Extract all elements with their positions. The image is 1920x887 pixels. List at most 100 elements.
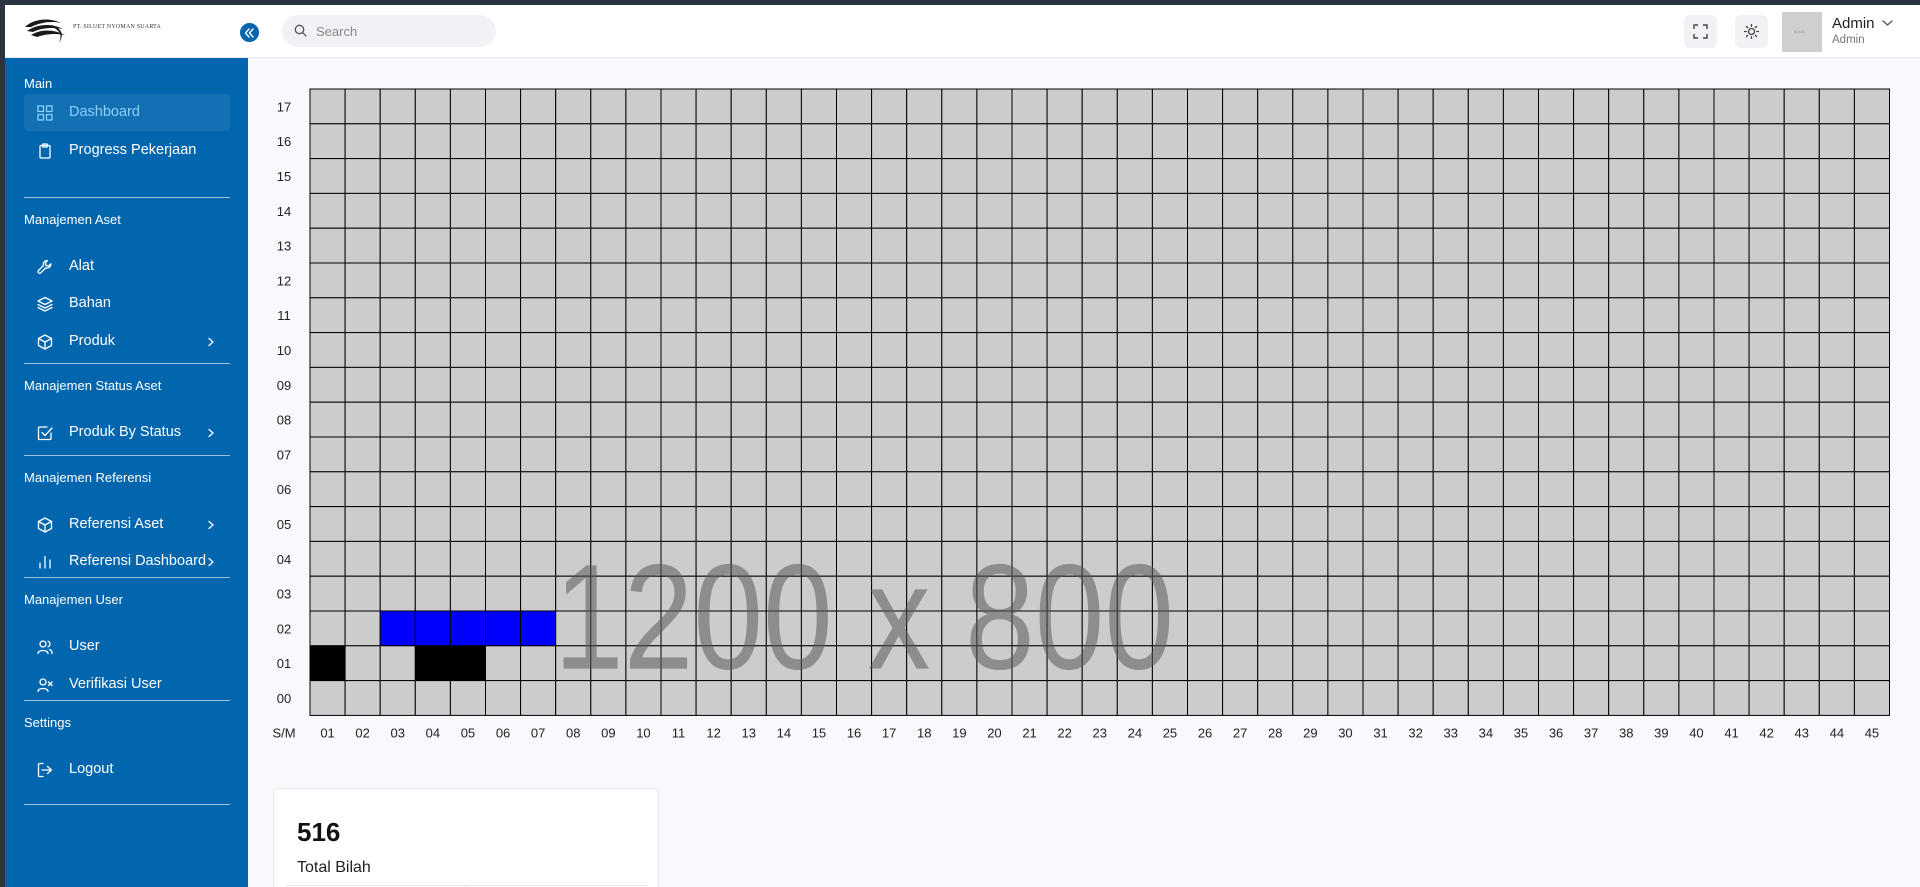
grid-cell[interactable] bbox=[1292, 88, 1329, 125]
grid-cell[interactable] bbox=[1573, 610, 1610, 647]
grid-cell[interactable] bbox=[1397, 88, 1434, 125]
grid-cell[interactable] bbox=[344, 192, 381, 229]
grid-cell[interactable] bbox=[1011, 471, 1048, 508]
grid-cell[interactable] bbox=[1292, 471, 1329, 508]
grid-cell-black[interactable] bbox=[414, 645, 451, 682]
grid-cell[interactable] bbox=[1748, 645, 1785, 682]
grid-cell[interactable] bbox=[660, 366, 697, 403]
grid-cell[interactable] bbox=[1081, 366, 1118, 403]
grid-cell[interactable] bbox=[1713, 610, 1750, 647]
grid-cell[interactable] bbox=[344, 88, 381, 125]
grid-cell[interactable] bbox=[1327, 436, 1364, 473]
grid-cell[interactable] bbox=[1853, 297, 1891, 334]
avatar[interactable]: 80x80 bbox=[1782, 12, 1822, 52]
grid-cell[interactable] bbox=[836, 436, 873, 473]
grid-cell[interactable] bbox=[520, 366, 557, 403]
grid-cell[interactable] bbox=[1678, 88, 1715, 125]
grid-cell[interactable] bbox=[1783, 227, 1820, 264]
grid-cell[interactable] bbox=[765, 297, 802, 334]
grid-cell[interactable] bbox=[414, 540, 451, 577]
grid-cell[interactable] bbox=[1643, 575, 1680, 612]
grid-cell[interactable] bbox=[871, 401, 908, 438]
grid-cell[interactable] bbox=[1432, 680, 1469, 716]
grid-cell[interactable] bbox=[1538, 366, 1575, 403]
grid-cell[interactable] bbox=[1538, 332, 1575, 368]
grid-cell[interactable] bbox=[1257, 262, 1294, 299]
sidebar-item-logout[interactable]: Logout bbox=[24, 751, 230, 788]
grid-cell[interactable] bbox=[590, 471, 627, 508]
grid-cell[interactable] bbox=[1678, 680, 1715, 716]
grid-cell[interactable] bbox=[1783, 297, 1820, 334]
grid-cell[interactable] bbox=[1467, 540, 1504, 577]
grid-cell[interactable] bbox=[1187, 192, 1224, 229]
grid-cell[interactable] bbox=[414, 332, 451, 368]
grid-cell[interactable] bbox=[1327, 401, 1364, 438]
grid-cell[interactable] bbox=[1783, 645, 1820, 682]
grid-cell[interactable] bbox=[871, 192, 908, 229]
grid-cell[interactable] bbox=[1853, 192, 1891, 229]
grid-cell[interactable] bbox=[625, 88, 662, 125]
grid-cell[interactable] bbox=[1573, 366, 1610, 403]
grid-cell[interactable] bbox=[485, 471, 522, 508]
grid-cell[interactable] bbox=[1608, 645, 1645, 682]
grid-cell[interactable] bbox=[1538, 610, 1575, 647]
grid-cell[interactable] bbox=[449, 366, 486, 403]
grid-cell[interactable] bbox=[449, 575, 486, 612]
grid-cell[interactable] bbox=[765, 192, 802, 229]
grid-cell[interactable] bbox=[1748, 227, 1785, 264]
grid-cell[interactable] bbox=[1538, 123, 1575, 160]
grid-cell[interactable] bbox=[1362, 262, 1399, 299]
grid-cell[interactable] bbox=[1467, 436, 1504, 473]
grid-cell[interactable] bbox=[1081, 88, 1118, 125]
grid-cell[interactable] bbox=[800, 262, 838, 299]
grid-cell[interactable] bbox=[1783, 540, 1820, 577]
grid-cell[interactable] bbox=[1187, 645, 1224, 682]
grid-cell[interactable] bbox=[730, 227, 767, 264]
grid-cell[interactable] bbox=[1432, 262, 1469, 299]
grid-cell[interactable] bbox=[1327, 680, 1364, 716]
grid-cell[interactable] bbox=[1257, 297, 1294, 334]
grid-cell[interactable] bbox=[1713, 227, 1750, 264]
grid-cell[interactable] bbox=[1467, 506, 1504, 542]
grid-cell[interactable] bbox=[344, 227, 381, 264]
grid-cell[interactable] bbox=[800, 436, 838, 473]
grid-cell[interactable] bbox=[1643, 645, 1680, 682]
grid-cell[interactable] bbox=[590, 366, 627, 403]
grid-cell[interactable] bbox=[660, 262, 697, 299]
grid-cell[interactable] bbox=[1362, 610, 1399, 647]
grid-cell[interactable] bbox=[414, 192, 451, 229]
grid-cell[interactable] bbox=[1187, 88, 1224, 125]
grid-cell[interactable] bbox=[1362, 471, 1399, 508]
grid-cell[interactable] bbox=[1222, 471, 1259, 508]
grid-cell[interactable] bbox=[1713, 332, 1750, 368]
grid-cell[interactable] bbox=[1643, 680, 1680, 716]
grid-cell[interactable] bbox=[520, 192, 557, 229]
grid-cell[interactable] bbox=[660, 158, 697, 194]
grid-cell[interactable] bbox=[1116, 471, 1153, 508]
grid-cell[interactable] bbox=[555, 227, 592, 264]
grid-cell[interactable] bbox=[1608, 123, 1645, 160]
grid-cell[interactable] bbox=[1116, 297, 1153, 334]
grid-cell[interactable] bbox=[309, 680, 346, 716]
grid-cell[interactable] bbox=[449, 227, 486, 264]
grid-cell[interactable] bbox=[309, 401, 346, 438]
grid-cell[interactable] bbox=[1853, 575, 1891, 612]
grid-cell[interactable] bbox=[1643, 88, 1680, 125]
grid-cell[interactable] bbox=[765, 332, 802, 368]
grid-cell[interactable] bbox=[1748, 436, 1785, 473]
grid-cell[interactable] bbox=[309, 227, 346, 264]
grid-cell[interactable] bbox=[555, 192, 592, 229]
grid-cell[interactable] bbox=[871, 88, 908, 125]
grid-cell-black[interactable] bbox=[309, 645, 346, 682]
grid-cell[interactable] bbox=[1151, 297, 1189, 334]
grid-cell[interactable] bbox=[1713, 297, 1750, 334]
grid-cell[interactable] bbox=[414, 88, 451, 125]
grid-cell[interactable] bbox=[1502, 540, 1540, 577]
grid-cell[interactable] bbox=[1327, 297, 1364, 334]
grid-cell[interactable] bbox=[1608, 332, 1645, 368]
grid-cell[interactable] bbox=[1573, 645, 1610, 682]
grid-cell[interactable] bbox=[1151, 123, 1189, 160]
grid-cell[interactable] bbox=[485, 332, 522, 368]
grid-cell[interactable] bbox=[1081, 297, 1118, 334]
grid-cell[interactable] bbox=[309, 332, 346, 368]
